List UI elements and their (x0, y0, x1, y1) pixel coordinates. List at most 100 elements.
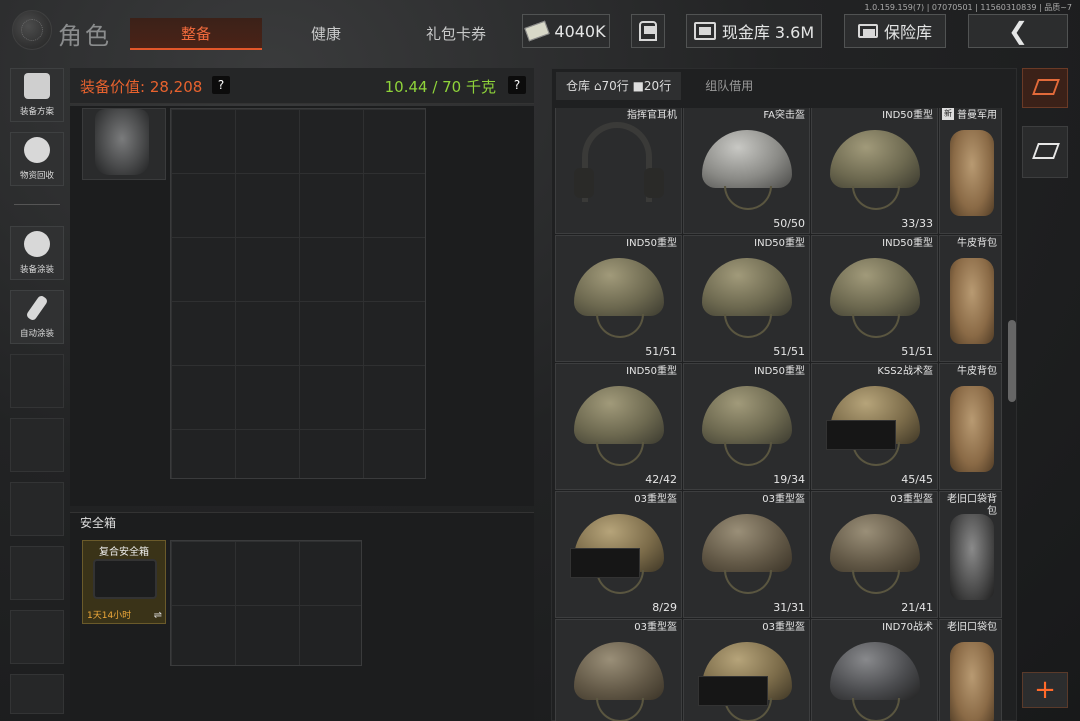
warehouse-item[interactable]: 老旧口袋包 (939, 619, 1002, 721)
warehouse-item[interactable]: 指挥官耳机 (555, 108, 682, 234)
new-badge: 新 (942, 108, 954, 120)
equip-weight: 10.44 / 70 千克 (384, 78, 496, 96)
scrollbar[interactable] (1008, 320, 1016, 402)
sidebar-empty-slot (10, 354, 64, 408)
safe-title: 安全箱 (80, 516, 117, 530)
sidebar-item-label: 装备方案 (19, 107, 54, 117)
strap-icon (724, 442, 772, 466)
strap-icon (724, 314, 772, 338)
backpack-icon (950, 386, 994, 472)
strap-icon (596, 698, 644, 721)
version-text: 1.0.159.159(7) | 07070501 | 11560310839 … (864, 3, 1072, 12)
strap-icon (724, 570, 772, 594)
currency-button[interactable]: 4040K (522, 14, 610, 48)
strap-icon (852, 570, 900, 594)
vault-person-button[interactable] (631, 14, 665, 48)
backpack-slot[interactable] (82, 108, 166, 180)
sidebar-item-auto-paint[interactable]: 自动涂装 (10, 290, 64, 344)
item-name: 牛皮背包 (957, 366, 997, 377)
item-quantity: 21/41 (901, 601, 933, 614)
warehouse-item[interactable]: 03重型盔 (683, 619, 810, 721)
warehouse-item[interactable]: 03重型盔 31/31 (683, 491, 810, 618)
equip-value: 装备价值: 28,208 (80, 78, 203, 96)
stack-layers-button[interactable] (1022, 126, 1068, 178)
sidebar-item-recycle[interactable]: 物资回收 (10, 132, 64, 186)
safe-grid[interactable] (170, 540, 362, 666)
item-quantity: 51/51 (901, 345, 933, 358)
warehouse-item[interactable]: 03重型盔 8/29 (555, 491, 682, 618)
currency-amount: 4040K (554, 21, 606, 41)
tab-gift-cards[interactable]: 礼包卡券 (390, 18, 522, 50)
back-button[interactable]: ❮ (968, 14, 1068, 48)
warehouse-item[interactable]: IND50重型 51/51 (683, 235, 810, 362)
item-name: 牛皮背包 (957, 238, 997, 249)
helmet-icon (574, 642, 664, 700)
item-name: IND70战术 (882, 622, 933, 633)
warehouse-item[interactable]: FA突击盔 50/50 (683, 108, 810, 234)
equip-header: 装备价值: 28,208 ? 10.44 / 70 千克 ? (70, 68, 534, 104)
item-quantity: 8/29 (652, 601, 677, 614)
tab-team-borrow[interactable]: 组队借用 (681, 72, 777, 100)
backpack-icon (95, 109, 149, 175)
safe-timer: 1天14小时 (87, 611, 132, 621)
warehouse-item[interactable]: IND70战术 (811, 619, 938, 721)
item-quantity: 31/31 (773, 601, 805, 614)
recycle-icon (24, 137, 50, 163)
strap-icon (852, 186, 900, 210)
gear-set-icon (24, 73, 50, 99)
insurance-vault-button[interactable]: 保险库 (844, 14, 946, 48)
warehouse-item[interactable]: 老旧口袋背包 (939, 491, 1002, 618)
layers-icon (1032, 79, 1060, 95)
warehouse-item[interactable]: 牛皮背包 (939, 235, 1002, 362)
item-name: 03重型盔 (634, 494, 677, 505)
insurance-icon (857, 24, 878, 38)
warehouse-item[interactable]: 新普曼军用 (939, 108, 1002, 234)
visor-icon (698, 676, 768, 706)
sidebar-item-equip-plan[interactable]: 装备方案 (10, 68, 64, 122)
warehouse-item[interactable]: IND50重型 51/51 (811, 235, 938, 362)
warehouse-item[interactable]: IND50重型 42/42 (555, 363, 682, 490)
backpack-icon (950, 258, 994, 344)
help-icon[interactable]: ? (508, 76, 526, 94)
helmet-icon (830, 130, 920, 188)
strap-icon (724, 186, 772, 210)
tab-health[interactable]: 健康 (262, 18, 390, 50)
warehouse-item[interactable]: 03重型盔 (555, 619, 682, 721)
sidebar-item-label: 物资回收 (19, 171, 54, 181)
sidebar-item-paint[interactable]: 装备涂装 (10, 226, 64, 280)
cash-vault-button[interactable]: 现金库 3.6M (686, 14, 822, 48)
warehouse-item[interactable]: IND50重型 51/51 (555, 235, 682, 362)
backpack-icon (950, 642, 994, 721)
item-name: KSS2战术盔 (877, 366, 933, 377)
item-quantity: 50/50 (773, 217, 805, 230)
safe-box-slot[interactable]: 复合安全箱 1天14小时 ⇌ (82, 540, 166, 624)
sidebar-item-label: 装备涂装 (19, 265, 54, 275)
help-icon[interactable]: ? (212, 76, 230, 94)
tab-warehouse[interactable]: 仓库 ⌂70行 ■20行 (556, 72, 682, 100)
item-name: 老旧口袋背包 (947, 494, 997, 517)
sidebar-empty-slot (10, 418, 64, 472)
back-arrow-icon: ❮ (1007, 17, 1029, 45)
tab-equip[interactable]: 整备 (130, 18, 262, 50)
warehouse-item[interactable]: IND50重型 19/34 (683, 363, 810, 490)
home-rows: 70行 (601, 79, 629, 93)
item-name: 03重型盔 (634, 622, 677, 633)
swap-icon[interactable]: ⇌ (154, 610, 162, 621)
backpack-grid[interactable] (170, 108, 426, 479)
item-name: 03重型盔 (890, 494, 933, 505)
strap-icon (852, 314, 900, 338)
tab-warehouse-label: 仓库 (566, 79, 591, 93)
warehouse-item[interactable]: 03重型盔 21/41 (811, 491, 938, 618)
warehouse-item[interactable]: IND50重型 33/33 (811, 108, 938, 234)
paint-icon (24, 231, 50, 257)
strap-icon (596, 314, 644, 338)
warehouse-item[interactable]: 牛皮背包 (939, 363, 1002, 490)
helmet-icon (702, 258, 792, 316)
bag-rows: 20行 (643, 79, 672, 93)
headset-cup-icon (574, 168, 594, 198)
item-name: IND50重型 (626, 366, 677, 377)
add-button[interactable]: + (1022, 672, 1068, 708)
sort-layers-button[interactable] (1022, 68, 1068, 108)
item-name: 03重型盔 (762, 622, 805, 633)
warehouse-item[interactable]: KSS2战术盔 45/45 (811, 363, 938, 490)
